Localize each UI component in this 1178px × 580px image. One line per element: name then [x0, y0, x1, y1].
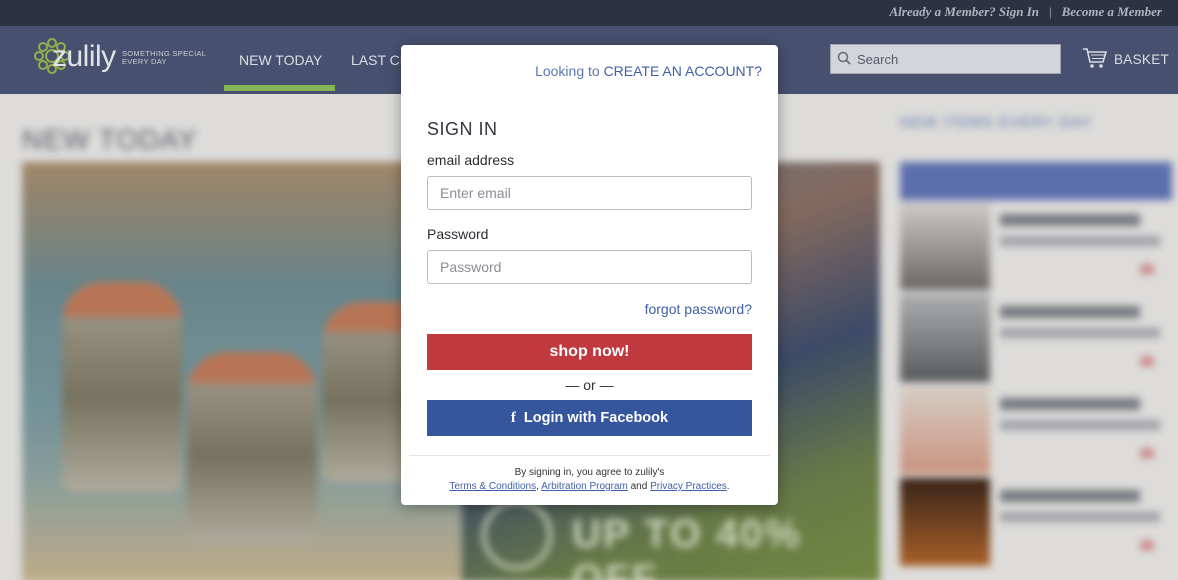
or-divider: — or — [565, 377, 614, 393]
facebook-icon: f [510, 409, 516, 426]
privacy-link[interactable]: Privacy Practices [650, 481, 727, 492]
sign-in-modal: Looking to CREATE AN ACCOUNT? SIGN IN em… [401, 45, 778, 505]
arbitration-link[interactable]: Arbitration Program [541, 481, 628, 492]
create-account-link[interactable]: Looking to CREATE AN ACCOUNT? [535, 63, 762, 79]
legal-notice: By signing in, you agree to zulily's Ter… [401, 466, 778, 494]
forgot-password-link[interactable]: forgot password? [645, 301, 752, 317]
shop-now-button[interactable]: shop now! [427, 334, 752, 370]
legal-comma: , [536, 481, 539, 492]
create-account-prefix: Looking to [535, 63, 600, 79]
email-field[interactable] [428, 177, 751, 209]
password-field[interactable] [428, 251, 751, 283]
sign-in-title: SIGN IN [427, 119, 498, 139]
password-label: Password [427, 226, 489, 242]
password-field-wrapper [427, 250, 752, 284]
email-label: email address [427, 152, 515, 168]
create-account-cta[interactable]: CREATE AN ACCOUNT? [604, 63, 762, 79]
legal-links: Terms & Conditions, Arbitration Program … [401, 480, 778, 494]
legal-and: and [630, 481, 648, 492]
modal-divider [409, 455, 770, 456]
email-field-wrapper [427, 176, 752, 210]
legal-period: . [726, 481, 730, 492]
facebook-login-label: Login with Facebook [523, 409, 669, 426]
legal-intro: By signing in, you agree to zulily's [514, 467, 665, 478]
terms-link[interactable]: Terms & Conditions [449, 481, 536, 492]
facebook-login-button[interactable]: f Login with Facebook [427, 400, 752, 436]
